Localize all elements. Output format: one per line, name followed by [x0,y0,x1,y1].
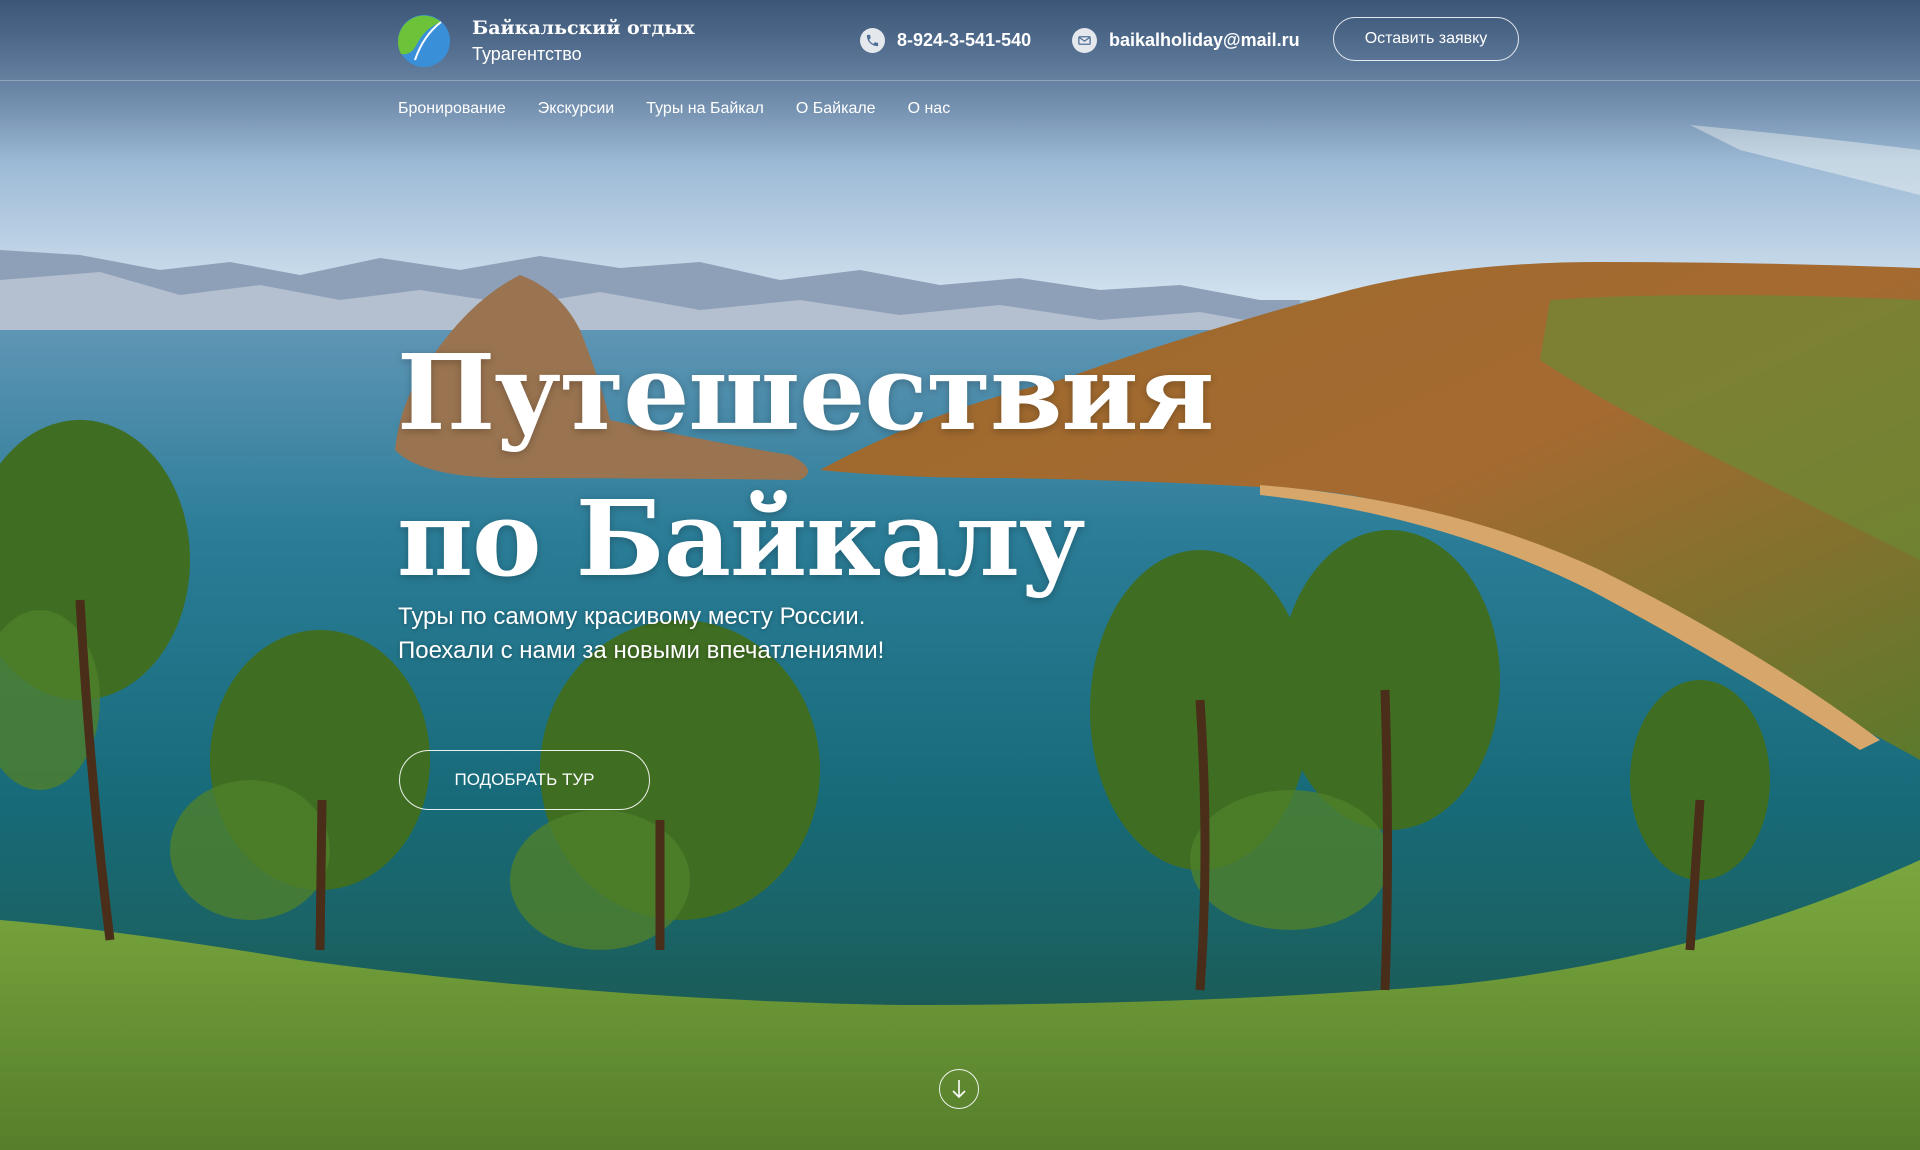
email-address[interactable]: baikalholiday@mail.ru [1109,30,1300,51]
site-header: Байкальский отдых Турагентство 8-924-3-5… [0,0,1920,81]
scroll-down-button[interactable] [939,1069,979,1109]
hero-title-line-2: по Байкалу [397,477,1085,600]
phone-contact[interactable]: 8-924-3-541-540 [860,28,1031,53]
phone-number[interactable]: 8-924-3-541-540 [897,30,1031,51]
main-nav: Бронирование Экскурсии Туры на Байкал О … [398,100,950,118]
email-contact[interactable]: baikalholiday@mail.ru [1072,28,1300,53]
brand-name[interactable]: Байкальский отдых [472,17,695,39]
find-tour-button[interactable]: Подобрать тур [399,750,650,810]
hero-title-line-1: Путешествия [397,331,1214,454]
mail-icon [1072,28,1097,53]
hero-subtitle-line-2: Поехали с нами за новыми впечатлениями! [398,637,885,664]
arrow-down-icon [952,1080,966,1099]
phone-icon [860,28,885,53]
brand-subtitle: Турагентство [472,44,582,64]
nav-item-booking[interactable]: Бронирование [398,100,506,118]
nav-item-about-us[interactable]: О нас [908,100,951,118]
nav-item-excursions[interactable]: Экскурсии [538,100,614,118]
hero-title: Путешествия по Байкалу [397,320,1214,612]
nav-item-about-baikal[interactable]: О Байкале [796,100,876,118]
request-button[interactable]: Оставить заявку [1333,17,1519,61]
logo-leaf-icon[interactable] [397,14,451,68]
hero-subtitle-line-1: Туры по самому красивому месту России. [398,603,866,630]
hero-subtitle: Туры по самому красивому месту России. П… [398,600,884,668]
nav-item-tours[interactable]: Туры на Байкал [646,100,764,118]
